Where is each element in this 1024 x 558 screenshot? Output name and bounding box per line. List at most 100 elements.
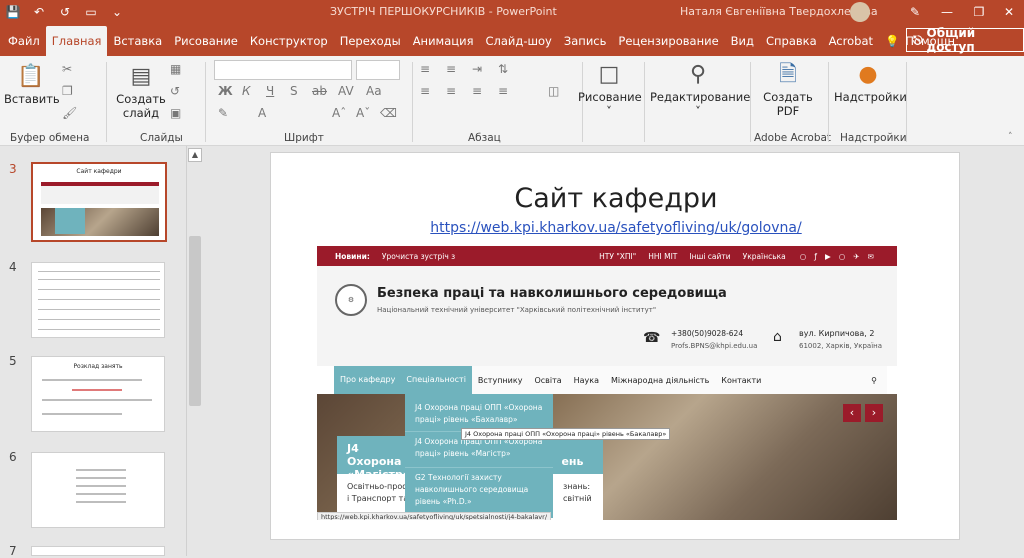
tab-home[interactable]: Главная bbox=[45, 26, 108, 56]
phone-text: +380(50)9028-624 bbox=[671, 329, 744, 338]
ribbon-tabs: Файл Главная Вставка Рисование Конструкт… bbox=[0, 24, 1024, 56]
grow-font-icon[interactable]: Aˆ bbox=[332, 106, 346, 120]
group-paragraph: Абзац bbox=[468, 132, 501, 144]
present-icon[interactable]: ▭ bbox=[78, 0, 104, 24]
cut-icon[interactable]: ✂ bbox=[62, 62, 72, 76]
slide-thumbnail[interactable] bbox=[31, 546, 165, 556]
columns-icon[interactable]: ◫ bbox=[548, 84, 559, 98]
separator bbox=[412, 62, 413, 142]
font-size-input[interactable] bbox=[356, 60, 400, 80]
tab-design[interactable]: Конструктор bbox=[244, 24, 334, 56]
next-arrow-icon: › bbox=[865, 404, 883, 422]
format-painter-icon[interactable]: 🖌 bbox=[62, 106, 77, 120]
addins-icon: ● bbox=[858, 62, 878, 87]
numbering-icon[interactable]: ≡ bbox=[446, 62, 456, 76]
separator bbox=[205, 62, 206, 142]
create-pdf-button[interactable]: 🗎 Создать PDF bbox=[760, 60, 816, 118]
reset-icon[interactable]: ↺ bbox=[170, 84, 180, 98]
redo-icon[interactable]: ↺ bbox=[52, 0, 78, 24]
dropdown-item: J4 Охорона праці ОПП «Охорона праці» рів… bbox=[405, 394, 553, 432]
italic-button[interactable]: К bbox=[242, 84, 251, 98]
slide-thumbnail[interactable] bbox=[31, 452, 165, 528]
clear-format-icon[interactable]: ⌫ bbox=[380, 106, 397, 120]
new-slide-label-2: слайд bbox=[122, 106, 160, 120]
slide-thumbnail[interactable]: Сайт кафедри bbox=[31, 162, 167, 242]
slide-canvas[interactable]: Сайт кафедри https://web.kpi.kharkov.ua/… bbox=[270, 152, 960, 540]
tab-insert[interactable]: Вставка bbox=[107, 24, 168, 56]
lightbulb-icon[interactable]: 💡 bbox=[879, 24, 905, 56]
shadow-button[interactable]: S bbox=[290, 84, 298, 98]
slide-thumbnail[interactable]: Розклад занять bbox=[31, 356, 165, 432]
slide-thumbnail[interactable] bbox=[31, 262, 165, 338]
layout-icon[interactable]: ▦ bbox=[170, 62, 181, 76]
undo-icon[interactable]: ↶ bbox=[26, 0, 52, 24]
copy-icon[interactable]: ❐ bbox=[62, 84, 73, 98]
table-line bbox=[38, 271, 160, 272]
scroll-up-icon[interactable]: ▲ bbox=[188, 148, 202, 162]
restore-button[interactable]: ❐ bbox=[964, 0, 994, 24]
justify-icon[interactable]: ≡ bbox=[498, 84, 508, 98]
indent-icon[interactable]: ⇥ bbox=[472, 62, 482, 76]
pen-icon[interactable]: ✎ bbox=[900, 0, 930, 24]
addins-button[interactable]: ● Надстройки bbox=[834, 60, 907, 104]
text-direction-icon[interactable]: ⇅ bbox=[498, 62, 508, 76]
tab-record[interactable]: Запись bbox=[558, 24, 613, 56]
tab-slideshow[interactable]: Слайд-шоу bbox=[480, 24, 558, 56]
shrink-font-icon[interactable]: Aˇ bbox=[356, 106, 370, 120]
tab-draw[interactable]: Рисование bbox=[168, 24, 244, 56]
share-icon: ⎋ bbox=[913, 32, 923, 47]
home-icon: ⌂ bbox=[773, 329, 782, 345]
city-text: 61002, Харків, Україна bbox=[799, 342, 883, 350]
tab-transitions[interactable]: Переходы bbox=[334, 24, 407, 56]
website-screenshot: Новини: Урочиста зустріч з НТУ "ХПІ" ННІ… bbox=[317, 246, 897, 520]
collapse-ribbon-icon[interactable]: ˄ bbox=[1008, 132, 1013, 142]
tab-file[interactable]: Файл bbox=[0, 24, 46, 56]
menu-item: Вступнику bbox=[477, 375, 523, 385]
section-icon[interactable]: ▣ bbox=[170, 106, 181, 120]
share-button[interactable]: ⎋ Общий доступ bbox=[906, 26, 1024, 54]
card-text-2: і Транспорт та bbox=[347, 494, 409, 503]
highlight-icon[interactable]: ✎ bbox=[218, 106, 228, 120]
scroll-thumb[interactable] bbox=[189, 236, 201, 406]
tab-review[interactable]: Рецензирование bbox=[612, 24, 724, 56]
avatar[interactable] bbox=[850, 2, 870, 22]
customize-toolbar-icon[interactable]: ⌄ bbox=[104, 0, 130, 24]
account-name[interactable]: Наталя Євгеніївна Твердохлебова bbox=[680, 5, 878, 18]
tooltip: J4 Охорона праці ОПП «Охорона праці» рів… bbox=[461, 428, 671, 440]
create-pdf-label-2: PDF bbox=[776, 104, 800, 118]
strikethrough-button[interactable]: ab bbox=[312, 84, 327, 98]
bullets-icon[interactable]: ≡ bbox=[420, 62, 430, 76]
editing-button[interactable]: ⚲ Редактирование ˅ bbox=[650, 60, 750, 118]
specialities-dropdown: J4 Охорона праці ОПП «Охорона праці» рів… bbox=[405, 394, 553, 518]
menu-item: Спеціальності bbox=[400, 366, 472, 394]
bold-button[interactable]: Ж bbox=[218, 84, 233, 98]
minimize-button[interactable]: — bbox=[932, 0, 962, 24]
case-button[interactable]: Aa bbox=[366, 84, 382, 98]
save-icon[interactable]: 💾 bbox=[0, 0, 26, 24]
font-name-input[interactable] bbox=[214, 60, 352, 80]
tab-view[interactable]: Вид bbox=[725, 24, 760, 56]
align-left-icon[interactable]: ≡ bbox=[420, 84, 430, 98]
tab-acrobat[interactable]: Acrobat bbox=[823, 24, 879, 56]
slide-title[interactable]: Сайт кафедри bbox=[271, 183, 961, 214]
tab-help[interactable]: Справка bbox=[760, 24, 823, 56]
spacing-button[interactable]: AV bbox=[338, 84, 354, 98]
underline-button[interactable]: Ч bbox=[266, 84, 274, 98]
menu-item: Контакти bbox=[721, 375, 762, 385]
thumbnails-scrollbar[interactable]: ▲ bbox=[186, 146, 202, 556]
drawing-button[interactable]: □ Рисование ˅ bbox=[578, 60, 642, 118]
new-slide-button[interactable]: ▤ Создать слайд bbox=[114, 62, 168, 120]
card-title-2: «Магістр» bbox=[347, 468, 410, 481]
addins-label: Надстройки bbox=[834, 90, 907, 104]
tab-animations[interactable]: Анимация bbox=[407, 24, 480, 56]
slide-link[interactable]: https://web.kpi.kharkov.ua/safetyoflivin… bbox=[271, 220, 961, 236]
align-right-icon[interactable]: ≡ bbox=[472, 84, 482, 98]
paste-button[interactable]: 📋 Вставить bbox=[4, 62, 60, 106]
chevron-down-icon: ˅ bbox=[695, 104, 701, 118]
font-color-button[interactable]: A bbox=[258, 106, 266, 120]
table-line bbox=[38, 289, 160, 290]
close-button[interactable]: ✕ bbox=[994, 0, 1024, 24]
align-center-icon[interactable]: ≡ bbox=[446, 84, 456, 98]
separator bbox=[906, 62, 907, 142]
thumb-website-menu bbox=[55, 208, 85, 234]
